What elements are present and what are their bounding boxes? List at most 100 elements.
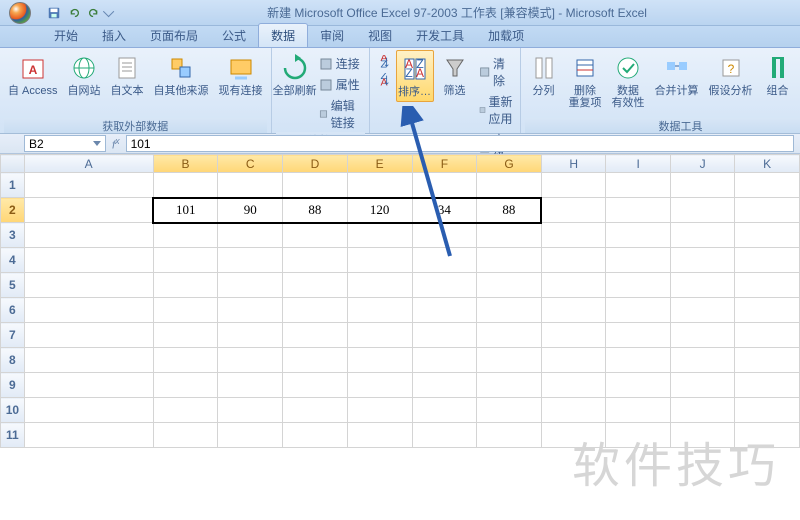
cell-K8[interactable] (735, 348, 800, 373)
row-header-7[interactable]: 7 (1, 323, 25, 348)
office-button[interactable] (0, 0, 40, 26)
qat-dropdown-icon[interactable] (103, 5, 114, 16)
cell-H7[interactable] (541, 323, 606, 348)
tab-加载项[interactable]: 加载项 (476, 24, 536, 47)
cell-H5[interactable] (541, 273, 606, 298)
cell-E3[interactable] (347, 223, 412, 248)
cell-D4[interactable] (283, 248, 348, 273)
ribbon-small-连接[interactable]: 连接 (316, 54, 365, 73)
cell-C7[interactable] (218, 323, 283, 348)
cell-A6[interactable] (24, 298, 153, 323)
tab-开始[interactable]: 开始 (42, 24, 90, 47)
ribbon-全部刷新[interactable]: 全部刷新 (276, 50, 314, 100)
undo-icon[interactable] (66, 5, 82, 21)
cell-J7[interactable] (670, 323, 734, 348)
tab-数据[interactable]: 数据 (258, 23, 308, 47)
cell-F1[interactable] (412, 173, 477, 198)
cell-A7[interactable] (24, 323, 153, 348)
row-header-1[interactable]: 1 (1, 173, 25, 198)
cell-A5[interactable] (24, 273, 153, 298)
row-header-11[interactable]: 11 (1, 423, 25, 448)
cell-J11[interactable] (670, 423, 734, 448)
row-header-6[interactable]: 6 (1, 298, 25, 323)
cell-K9[interactable] (735, 373, 800, 398)
cell-K4[interactable] (735, 248, 800, 273)
ribbon-假设分析[interactable]: ?假设分析 (705, 50, 757, 100)
cell-A10[interactable] (24, 398, 153, 423)
cell-E7[interactable] (347, 323, 412, 348)
col-header-B[interactable]: B (153, 155, 218, 173)
cell-G1[interactable] (477, 173, 542, 198)
cell-J6[interactable] (670, 298, 734, 323)
cell-H6[interactable] (541, 298, 606, 323)
cell-I7[interactable] (606, 323, 670, 348)
cell-J3[interactable] (670, 223, 734, 248)
ribbon-数据有效性[interactable]: 数据 有效性 (608, 50, 649, 112)
cell-I6[interactable] (606, 298, 670, 323)
cell-C3[interactable] (218, 223, 283, 248)
cell-E1[interactable] (347, 173, 412, 198)
cell-J2[interactable] (670, 198, 734, 223)
ribbon-自网站[interactable]: 自网站 (64, 50, 105, 100)
tab-页面布局[interactable]: 页面布局 (138, 24, 210, 47)
row-header-4[interactable]: 4 (1, 248, 25, 273)
cell-B11[interactable] (153, 423, 218, 448)
cell-H3[interactable] (541, 223, 606, 248)
cell-I9[interactable] (606, 373, 670, 398)
cell-G10[interactable] (477, 398, 542, 423)
cell-G9[interactable] (477, 373, 542, 398)
name-box[interactable]: B2 (24, 135, 106, 152)
ribbon-自文本[interactable]: 自文本 (107, 50, 148, 100)
sort-desc-button[interactable]: ZA (374, 72, 394, 88)
ribbon-组合[interactable]: 组合 (759, 50, 797, 100)
cell-B10[interactable] (153, 398, 218, 423)
sort-asc-button[interactable]: AZ (374, 54, 394, 70)
cell-B5[interactable] (153, 273, 218, 298)
cell-B3[interactable] (153, 223, 218, 248)
cell-H11[interactable] (541, 423, 606, 448)
cell-A11[interactable] (24, 423, 153, 448)
row-header-3[interactable]: 3 (1, 223, 25, 248)
cell-A1[interactable] (24, 173, 153, 198)
col-header-D[interactable]: D (283, 155, 348, 173)
cell-A8[interactable] (24, 348, 153, 373)
cell-D2[interactable]: 88 (283, 198, 348, 223)
redo-icon[interactable] (86, 5, 102, 21)
cell-C6[interactable] (218, 298, 283, 323)
tab-公式[interactable]: 公式 (210, 24, 258, 47)
cell-K3[interactable] (735, 223, 800, 248)
cell-H2[interactable] (541, 198, 606, 223)
cell-F11[interactable] (412, 423, 477, 448)
cell-H9[interactable] (541, 373, 606, 398)
cell-F10[interactable] (412, 398, 477, 423)
cell-G11[interactable] (477, 423, 542, 448)
cell-I4[interactable] (606, 248, 670, 273)
cell-B1[interactable] (153, 173, 218, 198)
col-header-J[interactable]: J (670, 155, 734, 173)
cell-K5[interactable] (735, 273, 800, 298)
cell-C5[interactable] (218, 273, 283, 298)
cell-K2[interactable] (735, 198, 800, 223)
cell-J5[interactable] (670, 273, 734, 298)
row-header-2[interactable]: 2 (1, 198, 25, 223)
cell-D7[interactable] (283, 323, 348, 348)
cell-G6[interactable] (477, 298, 542, 323)
ribbon-small-重新应用[interactable]: 重新应用 (476, 92, 516, 128)
cell-H4[interactable] (541, 248, 606, 273)
cell-K7[interactable] (735, 323, 800, 348)
cell-D8[interactable] (283, 348, 348, 373)
cell-K11[interactable] (735, 423, 800, 448)
cell-J4[interactable] (670, 248, 734, 273)
cell-C8[interactable] (218, 348, 283, 373)
ribbon-自Access[interactable]: A自 Access (4, 50, 62, 100)
ribbon-分列[interactable]: 分列 (525, 50, 563, 100)
cell-E2[interactable]: 120 (347, 198, 412, 223)
cell-D9[interactable] (283, 373, 348, 398)
row-header-8[interactable]: 8 (1, 348, 25, 373)
cell-K6[interactable] (735, 298, 800, 323)
cell-D3[interactable] (283, 223, 348, 248)
cell-G3[interactable] (477, 223, 542, 248)
col-header-F[interactable]: F (412, 155, 477, 173)
cell-B6[interactable] (153, 298, 218, 323)
cell-B2[interactable]: 101 (153, 198, 218, 223)
